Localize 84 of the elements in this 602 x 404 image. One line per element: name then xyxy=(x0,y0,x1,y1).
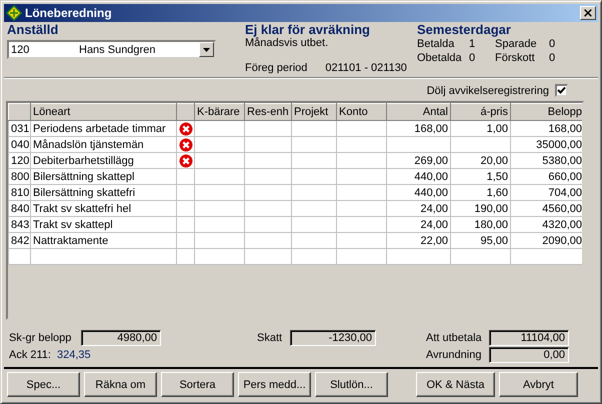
table-cell: 269,00 xyxy=(414,154,448,166)
table-cell: Månadslön tjänstemän xyxy=(33,138,144,150)
table-cell: 704,00 xyxy=(548,186,582,198)
vacation-value: 0 xyxy=(549,37,556,51)
table-cell: 1,00 xyxy=(486,122,508,134)
column-header[interactable]: Löneart xyxy=(30,104,176,120)
ok-next-button[interactable]: OK & Nästa xyxy=(416,372,495,397)
table-cell: 2090,00 xyxy=(542,234,582,246)
vacation-value: 0 xyxy=(549,51,556,65)
vacation-value: 0 xyxy=(469,51,476,65)
table-cell: 660,00 xyxy=(548,170,582,182)
app-icon xyxy=(6,5,22,21)
table-cell: 031 xyxy=(11,122,30,134)
column-header[interactable]: Projekt xyxy=(292,104,336,120)
hide-checkbox[interactable] xyxy=(555,84,568,97)
total-label: Skatt xyxy=(257,332,284,344)
vacation-label: Obetalda xyxy=(417,51,463,65)
table-cell: 1,50 xyxy=(486,170,508,182)
table-cell: 24,00 xyxy=(420,202,448,214)
table-cell: 440,00 xyxy=(414,170,448,182)
table-cell: 842 xyxy=(11,234,30,246)
vacation-label: Sparade xyxy=(495,37,538,51)
table-cell: 168,00 xyxy=(548,122,582,134)
recalculate-button[interactable]: Räkna om xyxy=(84,372,157,397)
amount-field: 11104,00 xyxy=(489,330,569,346)
amount-field: 0,00 xyxy=(489,347,569,363)
table-cell: 4320,00 xyxy=(542,218,582,230)
table-cell: 800 xyxy=(11,170,30,182)
table-cell: 35000,00 xyxy=(536,138,582,150)
table-cell: Nattraktamente xyxy=(33,234,108,246)
table-cell: 1,60 xyxy=(486,186,508,198)
amount-field: 4980,00 xyxy=(81,330,161,346)
checkbox-label: Dölj avvikelseregistrering xyxy=(426,84,549,96)
period-label: Föreg period xyxy=(245,62,308,74)
vacation-title: Semesterdagar xyxy=(417,22,512,37)
table-cell: Trakt sv skattepl xyxy=(33,218,113,230)
cancel-button[interactable]: Avbryt xyxy=(499,372,578,397)
total-label: Sk-gr belopp xyxy=(9,332,72,344)
accumulated-value: 324,35 xyxy=(57,349,91,361)
column-header[interactable]: K-bärare xyxy=(194,104,244,120)
period-value: 021101 - 021130 xyxy=(325,62,407,74)
spec-button[interactable]: Spec... xyxy=(7,372,80,397)
table-cell: 840 xyxy=(11,202,30,214)
status-title: Ej klar för avräkning xyxy=(245,22,371,37)
column-header[interactable]: Antal xyxy=(386,104,450,120)
table-cell: Periodens arbetade timmar xyxy=(33,122,166,134)
table-cell: 810 xyxy=(11,186,30,198)
sort-button[interactable]: Sortera xyxy=(161,372,234,397)
column-header[interactable]: Konto xyxy=(336,104,386,120)
column-header[interactable]: á-pris xyxy=(450,104,510,120)
payment-mode: Månadsvis utbet. xyxy=(245,37,330,49)
table-cell: 22,00 xyxy=(420,234,448,246)
table-cell: Bilersättning skattepl xyxy=(33,170,134,182)
table-cell: 168,00 xyxy=(414,122,448,134)
table-cell: 24,00 xyxy=(420,218,448,230)
employee-dropdown[interactable]: 120 Hans Sundgren xyxy=(7,40,216,59)
final-pay-button[interactable]: Slutlön... xyxy=(315,372,388,397)
message-button[interactable]: Pers medd... xyxy=(238,372,311,397)
employee-label: Anställd xyxy=(7,22,60,37)
table-cell: 040 xyxy=(11,138,30,150)
table-cell: 843 xyxy=(11,218,30,230)
total-label: Ack 211: xyxy=(9,349,51,361)
table-cell: Trakt sv skattefri hel xyxy=(33,202,132,214)
vacation-label: Förskott xyxy=(495,51,536,65)
table-cell: 180,00 xyxy=(474,218,508,230)
table-cell: 120 xyxy=(11,154,30,166)
total-label: Att utbetala xyxy=(426,332,483,344)
table-cell: 440,00 xyxy=(414,186,448,198)
table-cell: Bilersättning skattefri xyxy=(33,186,136,198)
table-cell: 20,00 xyxy=(480,154,508,166)
vacation-value: 1 xyxy=(469,37,476,51)
amount-field: -1230,00 xyxy=(290,330,376,346)
table-cell: Debiterbarhetstillägg xyxy=(33,154,134,166)
total-label: Avrundning xyxy=(426,349,482,361)
table-cell: 5380,00 xyxy=(542,154,582,166)
table-cell: 190,00 xyxy=(474,202,508,214)
close-button[interactable]: × xyxy=(580,6,596,20)
column-header[interactable]: Res-enh xyxy=(244,104,292,120)
table-cell: 4560,00 xyxy=(542,202,582,214)
vacation-label: Betalda xyxy=(417,37,456,51)
column-header[interactable]: Belopp xyxy=(510,104,582,120)
table-cell: 95,00 xyxy=(480,234,508,246)
caret-icon xyxy=(203,48,210,52)
window-title: Löneberedning xyxy=(25,6,113,20)
